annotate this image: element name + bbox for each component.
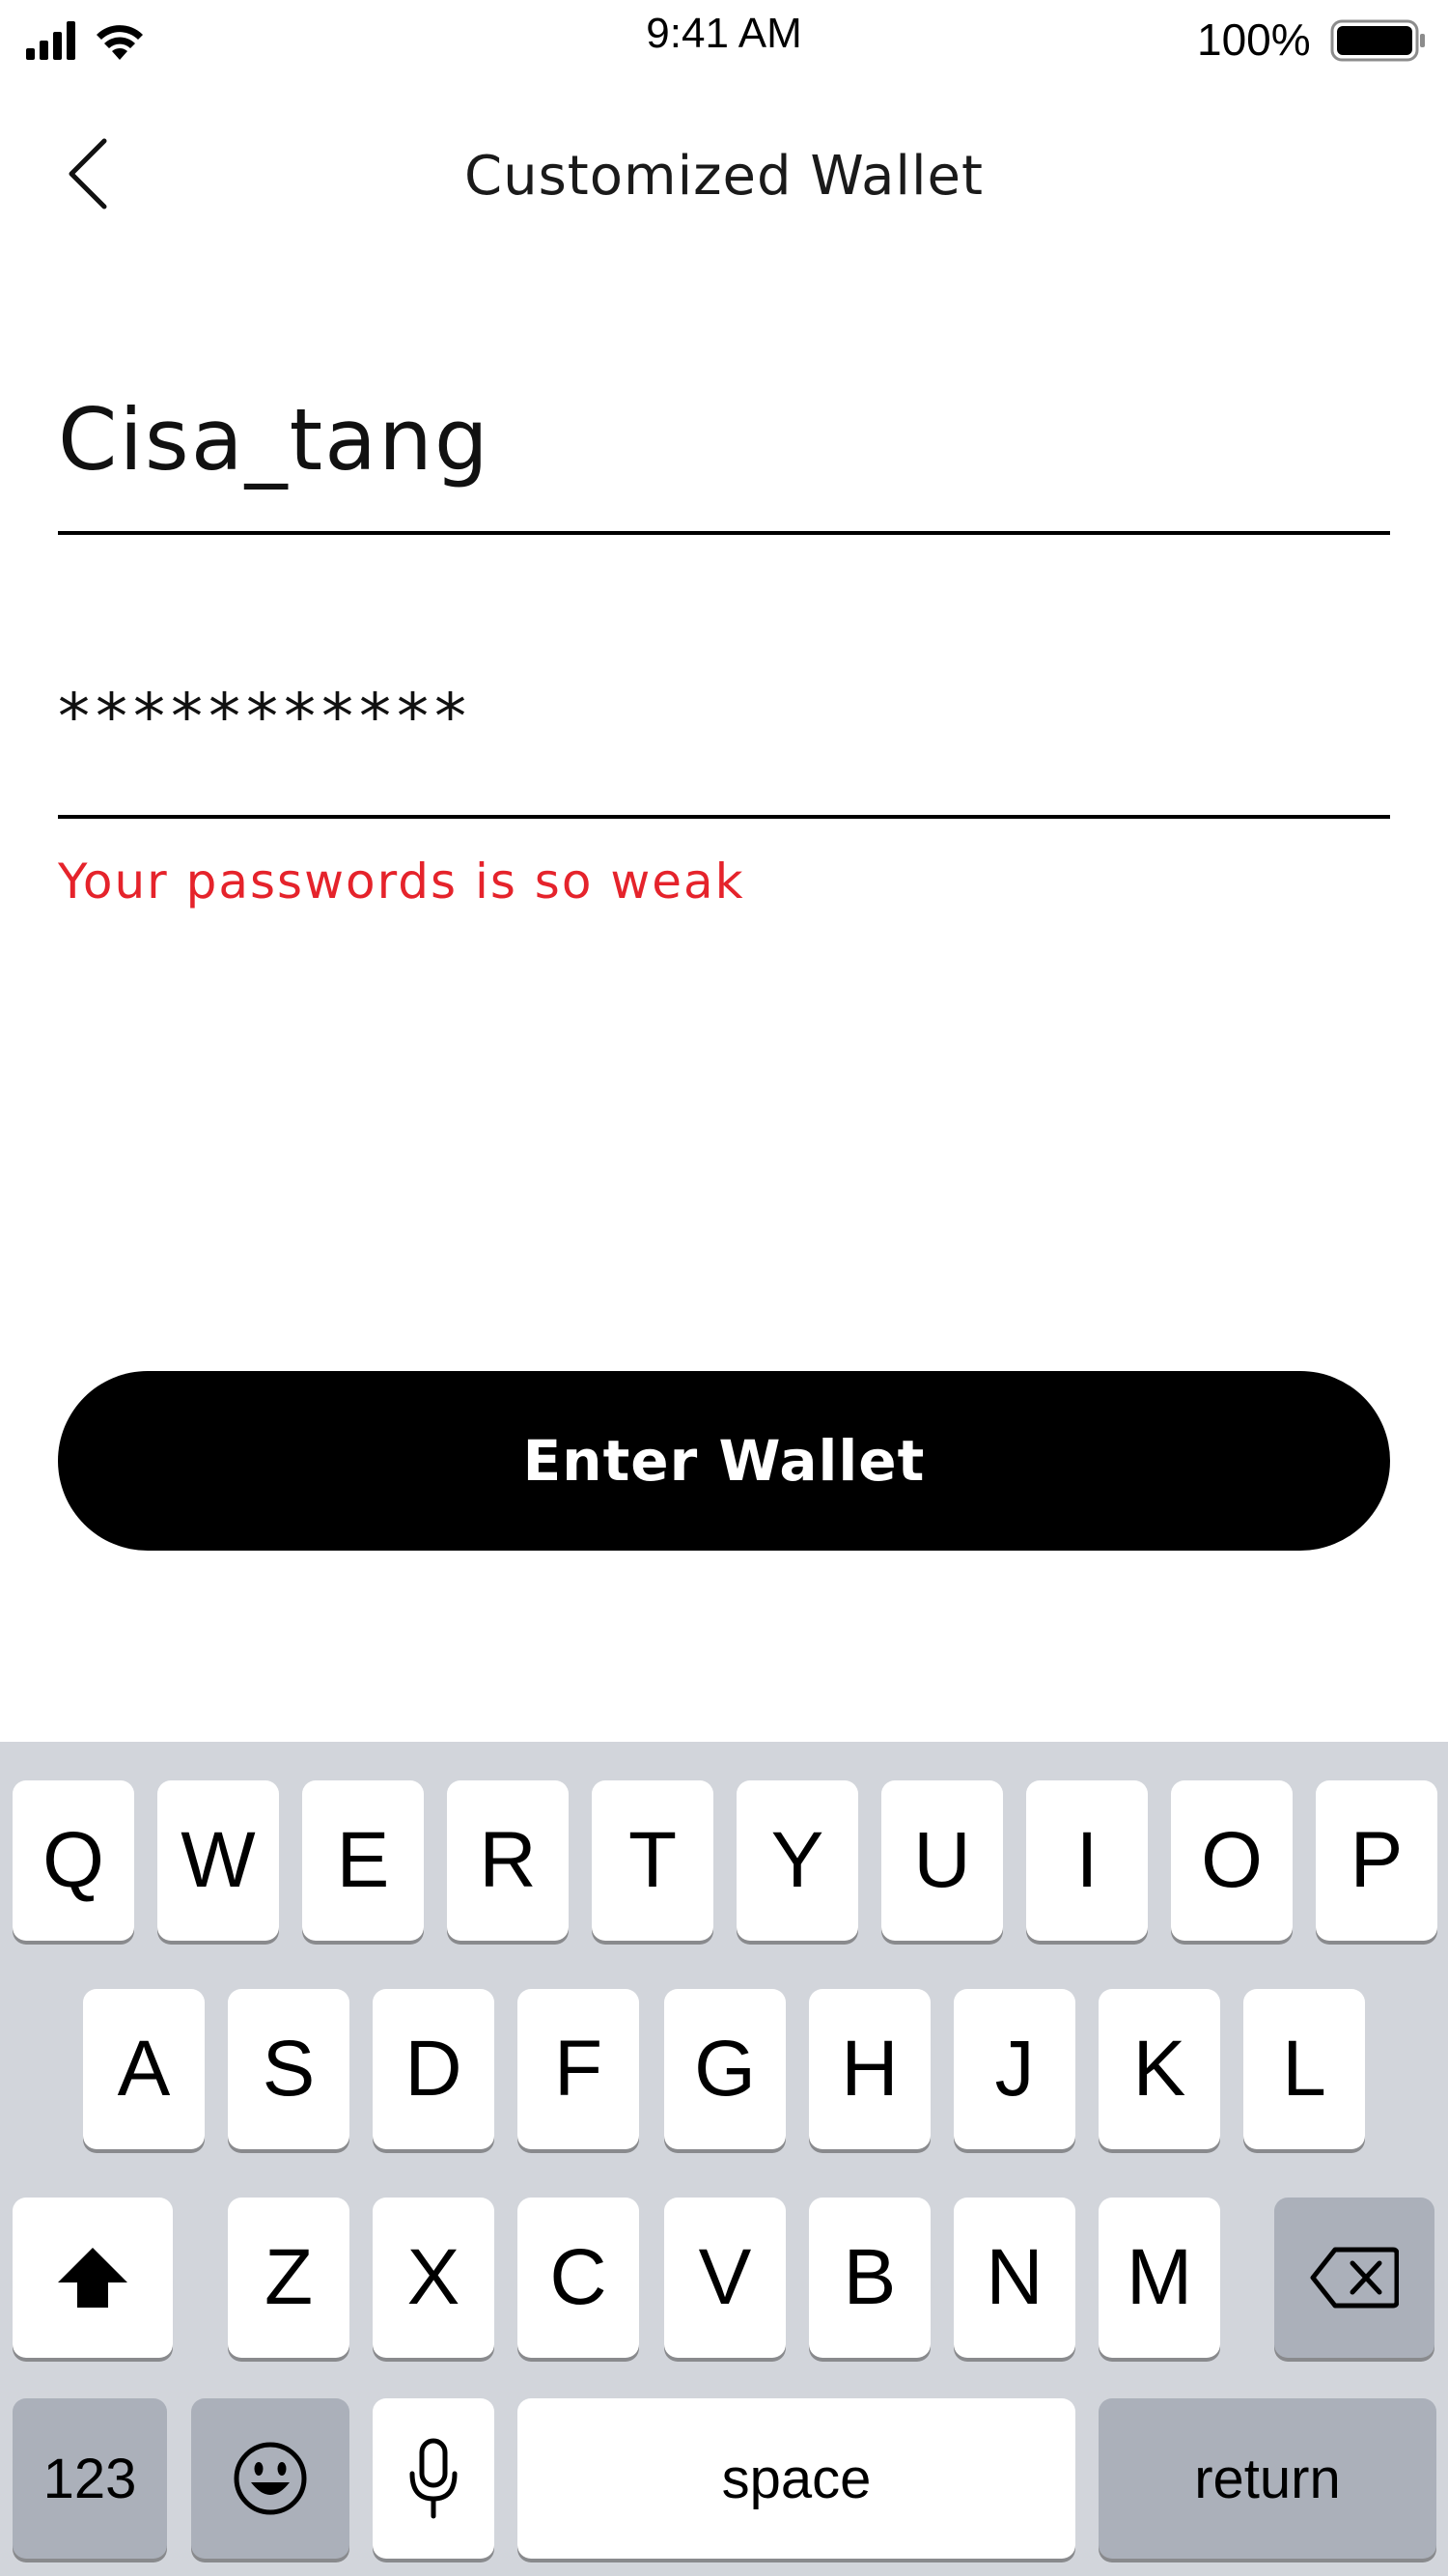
key-o[interactable]: O — [1171, 1780, 1293, 1941]
key-z[interactable]: Z — [228, 2198, 349, 2358]
key-m[interactable]: M — [1099, 2198, 1220, 2358]
password-field[interactable]: *********** — [58, 666, 1390, 819]
shift-arrow-icon — [58, 2248, 127, 2308]
key-r[interactable]: R — [447, 1780, 569, 1941]
key-a[interactable]: A — [83, 1989, 205, 2149]
key-n[interactable]: N — [954, 2198, 1075, 2358]
enter-wallet-label: Enter Wallet — [522, 1428, 926, 1494]
key-l[interactable]: L — [1243, 1989, 1365, 2149]
key-s[interactable]: S — [228, 1989, 349, 2149]
key-j[interactable]: J — [954, 1989, 1075, 2149]
password-value[interactable]: *********** — [58, 680, 472, 754]
shift-key[interactable] — [13, 2198, 173, 2358]
keyboard: Q W E R T Y U I O P A S D F G H J K L Z … — [0, 1742, 1448, 2576]
backspace-icon — [1310, 2247, 1399, 2309]
key-v[interactable]: V — [664, 2198, 786, 2358]
nav-bar: Customized Wallet — [0, 116, 1448, 232]
page-title: Customized Wallet — [464, 145, 984, 208]
key-e[interactable]: E — [302, 1780, 424, 1941]
microphone-key[interactable] — [373, 2398, 494, 2559]
key-h[interactable]: H — [809, 1989, 931, 2149]
key-f[interactable]: F — [517, 1989, 639, 2149]
key-p[interactable]: P — [1316, 1780, 1437, 1941]
key-b[interactable]: B — [809, 2198, 931, 2358]
enter-wallet-button[interactable]: Enter Wallet — [58, 1371, 1390, 1551]
delete-key[interactable] — [1274, 2198, 1434, 2358]
key-i[interactable]: I — [1026, 1780, 1148, 1941]
key-k[interactable]: K — [1099, 1989, 1220, 2149]
key-c[interactable]: C — [517, 2198, 639, 2358]
numbers-key[interactable]: 123 — [13, 2398, 167, 2559]
battery-percent: 100% — [1197, 14, 1311, 65]
username-field[interactable]: Cisa_tang — [58, 377, 1390, 535]
microphone-icon — [409, 2438, 458, 2519]
return-key[interactable]: return — [1099, 2398, 1436, 2559]
emoji-key[interactable] — [191, 2398, 349, 2559]
status-bar: 9:41 AM 100% — [0, 0, 1448, 81]
username-value[interactable]: Cisa_tang — [58, 390, 490, 490]
key-u[interactable]: U — [881, 1780, 1003, 1941]
key-d[interactable]: D — [373, 1989, 494, 2149]
password-error-message: Your passwords is so weak — [58, 854, 745, 910]
key-g[interactable]: G — [664, 1989, 786, 2149]
battery-icon — [1330, 19, 1425, 62]
key-x[interactable]: X — [373, 2198, 494, 2358]
space-key[interactable]: space — [517, 2398, 1075, 2559]
emoji-icon — [234, 2442, 307, 2515]
key-q[interactable]: Q — [13, 1780, 134, 1941]
key-t[interactable]: T — [592, 1780, 713, 1941]
key-y[interactable]: Y — [737, 1780, 858, 1941]
key-w[interactable]: W — [157, 1780, 279, 1941]
